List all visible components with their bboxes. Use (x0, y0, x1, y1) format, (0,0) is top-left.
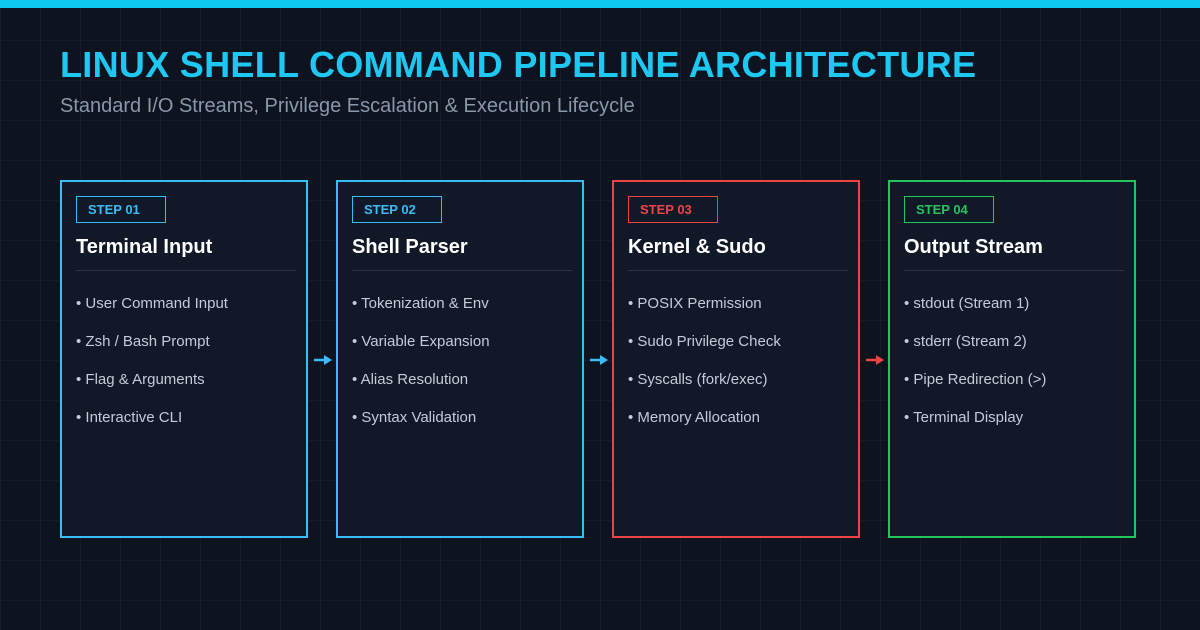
step-title: Terminal Input (76, 236, 213, 258)
arrow-right-icon (314, 355, 332, 365)
step-card-terminal-input: STEP 01 Terminal Input • User Command In… (60, 180, 308, 538)
list-item: • Sudo Privilege Check (628, 333, 781, 350)
arrow-right-icon (590, 355, 608, 365)
list-item: • Variable Expansion (352, 333, 490, 350)
step-card-shell-parser: STEP 02 Shell Parser • Tokenization & En… (336, 180, 584, 538)
step-badge: STEP 03 (628, 196, 718, 223)
list-item: • Alias Resolution (352, 371, 469, 388)
step-badge: STEP 04 (904, 196, 994, 223)
page-subtitle: Standard I/O Streams, Privilege Escalati… (60, 95, 635, 117)
step-card-kernel-sudo: STEP 03 Kernel & Sudo • POSIX Permission… (612, 180, 860, 538)
list-item: • Tokenization & Env (352, 295, 489, 312)
step-item-list: • POSIX Permission • Sudo Privilege Chec… (628, 295, 781, 447)
list-item: • Syntax Validation (352, 409, 477, 426)
card-divider (76, 270, 296, 271)
list-item: • User Command Input (76, 295, 228, 312)
step-item-list: • stdout (Stream 1) • stderr (Stream 2) … (904, 295, 1046, 447)
page-title: LINUX SHELL COMMAND PIPELINE ARCHITECTUR… (60, 44, 977, 85)
list-item: • Zsh / Bash Prompt (76, 333, 210, 350)
list-item: • stderr (Stream 2) (904, 333, 1027, 350)
list-item: • Interactive CLI (76, 409, 183, 426)
step-title: Kernel & Sudo (628, 236, 766, 258)
step-title: Shell Parser (352, 236, 468, 258)
list-item: • Memory Allocation (628, 409, 760, 426)
step-title: Output Stream (904, 236, 1043, 258)
list-item: • POSIX Permission (628, 295, 762, 312)
list-item: • Flag & Arguments (76, 371, 205, 388)
list-item: • Pipe Redirection (>) (904, 371, 1047, 388)
step-card-output-stream: STEP 04 Output Stream • stdout (Stream 1… (888, 180, 1136, 538)
card-divider (628, 270, 848, 271)
step-item-list: • Tokenization & Env • Variable Expansio… (352, 295, 490, 447)
list-item: • Syscalls (fork/exec) (628, 371, 768, 388)
step-badge: STEP 01 (76, 196, 166, 223)
list-item: • stdout (Stream 1) (904, 295, 1030, 312)
list-item: • Terminal Display (904, 409, 1024, 426)
arrow-right-icon (866, 355, 884, 365)
top-accent-bar (0, 0, 1200, 8)
card-divider (904, 270, 1124, 271)
step-badge: STEP 02 (352, 196, 442, 223)
step-item-list: • User Command Input • Zsh / Bash Prompt… (76, 295, 228, 447)
card-divider (352, 270, 572, 271)
